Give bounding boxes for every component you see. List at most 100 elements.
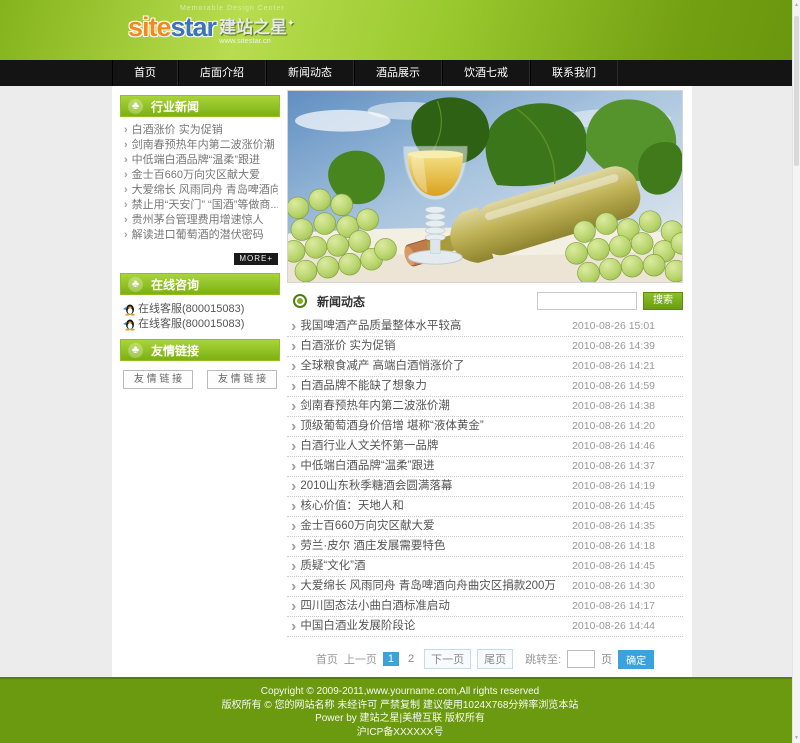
sidebar-news-item[interactable]: 解读进口葡萄酒的潜伏密码 xyxy=(122,228,278,243)
news-title-link[interactable]: 中国白酒业发展阶段论 xyxy=(300,617,572,636)
news-row: 核心价值：天地人和 2010-08-26 14:45 xyxy=(287,497,683,517)
news-title-link[interactable]: 中低端白酒品牌“温柔”跟进 xyxy=(300,457,572,476)
news-date: 2010-08-26 14:45 xyxy=(572,497,655,516)
nav-item[interactable]: 店面介绍 xyxy=(178,60,266,86)
main-column: 新闻动态 搜索 我国啤酒产品质量整体水平较高 2010-08-26 15:01 … xyxy=(287,90,683,669)
news-row: 顶级葡萄酒身价倍增 堪称“液体黄金” 2010-08-26 14:20 xyxy=(287,417,683,437)
arrow-bullet-icon xyxy=(291,497,296,516)
news-date: 2010-08-26 14:20 xyxy=(572,417,655,436)
page-jump-input[interactable] xyxy=(567,650,595,668)
pagination-page[interactable]: 1 xyxy=(383,652,399,666)
sidebar-news-item[interactable]: 剑南春预热年内第二波涨价潮 xyxy=(122,138,278,153)
qq-service-label: 在线客服(800015083) xyxy=(138,302,244,317)
site-logo[interactable]: Memorable Design Center sitestar 建站之星✦ w… xyxy=(128,5,295,45)
news-title-link[interactable]: 剑南春预热年内第二波涨价潮 xyxy=(300,397,572,416)
scroll-down-icon[interactable]: ▼ xyxy=(793,735,800,741)
news-title-link[interactable]: 顶级葡萄酒身价倍增 堪称“液体黄金” xyxy=(300,417,572,436)
nav-item[interactable]: 首页 xyxy=(112,60,178,86)
pagination-page[interactable]: 2 xyxy=(404,652,418,666)
pagination-next[interactable]: 下一页 xyxy=(424,649,471,669)
sidebar-news-item[interactable]: 贵州茅台管理费用增速惊人 xyxy=(122,213,278,228)
qq-list: 在线客服(800015083) xyxy=(120,295,280,339)
content-area: 行业新闻 白酒涨价 实为促销 剑南春预热年内第二波涨价潮 中低端白酒品牌“温柔”… xyxy=(112,86,692,677)
scroll-up-icon[interactable]: ▲ xyxy=(793,2,800,8)
news-title-link[interactable]: 我国啤酒产品质量整体水平较高 xyxy=(300,317,572,336)
sparkle-icon: ✦ xyxy=(287,18,295,28)
news-title-link[interactable]: 劳兰·皮尔 酒庄发展需要特色 xyxy=(300,537,572,556)
arrow-bullet-icon xyxy=(291,557,296,576)
news-list: 我国啤酒产品质量整体水平较高 2010-08-26 15:01 白酒涨价 实为促… xyxy=(287,317,683,637)
nav-item[interactable]: 饮酒七戒 xyxy=(442,60,530,86)
arrow-bullet-icon xyxy=(291,477,296,496)
news-title-link[interactable]: 四川固态法小曲白酒标准启动 xyxy=(300,597,572,616)
search-button[interactable]: 搜索 xyxy=(643,292,683,310)
sidebar-news-text: 白酒涨价 实为促销 xyxy=(132,124,223,136)
hero-image xyxy=(287,90,683,283)
more-button[interactable]: MORE+ xyxy=(234,253,278,265)
news-title-link[interactable]: 白酒品牌不能缺了想象力 xyxy=(300,377,572,396)
arrow-bullet-icon xyxy=(291,377,296,396)
logo-url: www.sitestar.cn xyxy=(219,37,295,45)
arrow-bullet-icon xyxy=(291,457,296,476)
news-row: 四川固态法小曲白酒标准启动 2010-08-26 14:17 xyxy=(287,597,683,617)
news-date: 2010-08-26 14:39 xyxy=(572,337,655,356)
sidebar-qq-header: 在线咨询 xyxy=(120,273,280,295)
news-date: 2010-08-26 14:59 xyxy=(572,377,655,396)
sidebar-news-header: 行业新闻 xyxy=(120,95,280,117)
pagination-prev[interactable]: 上一页 xyxy=(344,651,377,667)
arrow-bullet-icon xyxy=(291,397,296,416)
friend-link-button[interactable]: 友 情 链 接 xyxy=(123,370,193,389)
news-title-link[interactable]: 金士百660万向灾区献大爱 xyxy=(300,517,572,536)
pagination: 首页 上一页 12 下一页 尾页 跳转至: 页 确定 xyxy=(287,649,683,669)
arrow-bullet-icon xyxy=(291,357,296,376)
sidebar-links-header: 友情链接 xyxy=(120,339,280,361)
arrow-bullet-icon xyxy=(291,597,296,616)
sidebar-news-item[interactable]: 大爱绵长 风雨同舟 青岛啤酒向... xyxy=(122,183,278,198)
news-row: 白酒涨价 实为促销 2010-08-26 14:39 xyxy=(287,337,683,357)
news-title-link[interactable]: 白酒涨价 实为促销 xyxy=(300,337,572,356)
search-input[interactable] xyxy=(537,292,637,310)
sidebar-news-text: 中低端白酒品牌“温柔”跟进 xyxy=(132,154,260,166)
sidebar-news-title: 行业新闻 xyxy=(151,98,199,115)
sidebar-news-list: 白酒涨价 实为促销 剑南春预热年内第二波涨价潮 中低端白酒品牌“温柔”跟进 金士… xyxy=(120,117,280,245)
pagination-jump-suffix: 页 xyxy=(601,651,612,667)
news-title-link[interactable]: 核心价值：天地人和 xyxy=(300,497,572,516)
news-title-link[interactable]: 质疑“文化”酒 xyxy=(300,557,572,576)
news-title-link[interactable]: 全球粮食减产 高端白酒悄涨价了 xyxy=(300,357,572,376)
arrow-bullet-icon xyxy=(124,169,128,181)
friend-link-button[interactable]: 友 情 链 接 xyxy=(207,370,277,389)
logo-chinese-name: 建站之星✦ xyxy=(219,19,295,36)
sidebar-news-item[interactable]: 禁止用“天安门” “国酒”等做商... xyxy=(122,198,278,213)
pagination-first[interactable]: 首页 xyxy=(316,651,338,667)
pagination-last[interactable]: 尾页 xyxy=(477,649,513,669)
qq-service-item[interactable]: 在线客服(800015083) xyxy=(122,317,278,332)
friend-links-row: 友 情 链 接友 情 链 接 xyxy=(120,361,280,399)
arrow-bullet-icon xyxy=(291,537,296,556)
news-date: 2010-08-26 14:45 xyxy=(572,557,655,576)
footer-line: Power by 建站之星|美橙互联 版权所有 xyxy=(0,712,800,726)
pagination-confirm-button[interactable]: 确定 xyxy=(618,650,654,669)
sidebar: 行业新闻 白酒涨价 实为促销 剑南春预热年内第二波涨价潮 中低端白酒品牌“温柔”… xyxy=(120,95,280,399)
sidebar-news-item[interactable]: 金士百660万向灾区献大爱 xyxy=(122,168,278,183)
scrollbar-thumb[interactable] xyxy=(794,16,799,166)
arrow-bullet-icon xyxy=(124,154,128,166)
arrow-bullet-icon xyxy=(124,124,128,136)
qq-service-item[interactable]: 在线客服(800015083) xyxy=(122,302,278,317)
news-row: 白酒行业人文关怀第一品牌 2010-08-26 14:46 xyxy=(287,437,683,457)
nav-item[interactable]: 酒品展示 xyxy=(354,60,442,86)
news-section-bar: 新闻动态 搜索 xyxy=(287,289,683,313)
nav-item[interactable]: 联系我们 xyxy=(530,60,618,86)
sidebar-news-item[interactable]: 中低端白酒品牌“温柔”跟进 xyxy=(122,153,278,168)
news-title-link[interactable]: 大爱绵长 风雨同舟 青岛啤酒向舟曲灾区捐款200万 xyxy=(300,577,572,596)
nav-item[interactable]: 新闻动态 xyxy=(266,60,354,86)
main-nav: 首页店面介绍新闻动态酒品展示饮酒七戒联系我们 xyxy=(0,60,800,86)
more-row: MORE+ xyxy=(120,248,278,266)
news-title-link[interactable]: 2010山东秋季糖酒会圆满落幕 xyxy=(300,477,572,496)
news-date: 2010-08-26 14:35 xyxy=(572,517,655,536)
sidebar-news-item[interactable]: 白酒涨价 实为促销 xyxy=(122,123,278,138)
news-title-link[interactable]: 白酒行业人文关怀第一品牌 xyxy=(300,437,572,456)
news-row: 中国白酒业发展阶段论 2010-08-26 14:44 xyxy=(287,617,683,637)
site-header: Memorable Design Center sitestar 建站之星✦ w… xyxy=(0,0,800,60)
news-row: 白酒品牌不能缺了想象力 2010-08-26 14:59 xyxy=(287,377,683,397)
scrollbar[interactable]: ▲ ▼ xyxy=(792,0,800,743)
